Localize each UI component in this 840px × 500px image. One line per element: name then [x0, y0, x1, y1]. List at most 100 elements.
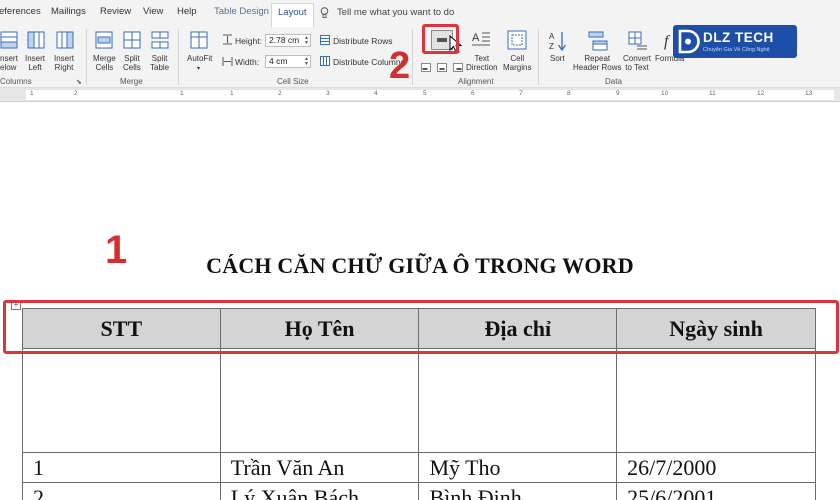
ruler-number: 2: [74, 90, 78, 97]
table-cell[interactable]: [616, 348, 816, 453]
ruler-number: 5: [423, 90, 427, 97]
table-cell[interactable]: Trần Văn An: [219, 452, 420, 483]
table-cell[interactable]: [219, 348, 420, 453]
repeat-header-label-2: Header Rows: [573, 63, 622, 72]
spin-arrows-icon[interactable]: ▲ ▼: [304, 36, 309, 46]
svg-text:A: A: [472, 32, 480, 44]
table-row-empty[interactable]: [22, 348, 816, 453]
insert-left-label-1: Insert: [25, 54, 46, 63]
sort-label: Sort: [550, 54, 565, 63]
distribute-rows-label: Distribute Rows: [333, 36, 393, 46]
insert-left-label-2: Left: [28, 63, 42, 72]
merge-cells-icon: [95, 31, 113, 49]
ruler-number: 7: [519, 90, 523, 97]
distribute-columns-icon: [320, 56, 330, 66]
text-direction-label-2: Direction: [466, 63, 498, 72]
autofit-label: AutoFit: [187, 54, 213, 63]
align-bottom-center-icon[interactable]: [437, 63, 447, 72]
convert-to-text-icon: [628, 31, 647, 50]
ruler-number: 4: [374, 90, 378, 97]
convert-label-1: Convert: [623, 54, 652, 63]
tab-help[interactable]: Help: [177, 6, 197, 17]
width-spin-input[interactable]: 4 cm ▲ ▼: [265, 55, 311, 68]
svg-text:A: A: [549, 32, 555, 41]
group-separator: [412, 29, 413, 85]
tab-table-design[interactable]: Table Design: [214, 6, 269, 17]
table-cell[interactable]: [22, 348, 221, 453]
insert-below-label-1: nsert: [0, 54, 18, 63]
insert-right-label-2: Right: [54, 63, 74, 72]
autofit-icon: [190, 31, 208, 49]
group-separator: [538, 29, 539, 85]
group-label-data: Data: [605, 77, 622, 86]
ruler-number: 6: [471, 90, 475, 97]
logo-text: DLZ TECH: [703, 30, 774, 45]
width-value: 4 cm: [269, 56, 288, 66]
ruler-number: 9: [616, 90, 620, 97]
table-cell[interactable]: 25/6/2001: [616, 482, 816, 500]
split-cells-icon: [123, 31, 141, 49]
tab-review[interactable]: Review: [100, 6, 131, 17]
dialog-launcher-icon[interactable]: ⬊: [76, 78, 82, 86]
split-cells-label-1: Split: [124, 54, 140, 63]
table-cell[interactable]: Mỹ Tho: [418, 452, 618, 483]
height-spin-input[interactable]: 2.78 cm ▲ ▼: [265, 34, 311, 47]
align-bottom-right-icon[interactable]: [453, 63, 463, 72]
cell-margins-label-1: Cell: [510, 54, 525, 63]
table-row[interactable]: 1 Trần Văn An Mỹ Tho 26/7/2000: [22, 452, 816, 483]
highlight-box-align-center: [422, 24, 459, 54]
tell-me-search[interactable]: Tell me what you want to do: [337, 7, 454, 18]
split-table-icon: [151, 31, 169, 49]
highlight-box-header-row: [3, 300, 839, 354]
table-cell[interactable]: Bình Định: [418, 482, 618, 500]
ribbon-tab-bar: eferences Mailings Review View Help Tabl…: [0, 0, 840, 27]
repeat-header-rows-icon: [588, 31, 608, 51]
insert-below-icon: [0, 31, 18, 49]
group-label-alignment: Alignment: [458, 77, 494, 86]
insert-right-icon: [56, 31, 74, 49]
dlz-tech-logo: DLZ TECH Chuyên Gia Về Công Nghệ: [673, 25, 797, 58]
height-label: Height:: [235, 36, 262, 46]
chevron-down-icon: ▾: [197, 66, 201, 72]
distribute-rows-icon: [320, 35, 330, 45]
group-label-merge: Merge: [120, 77, 143, 86]
svg-text:f: f: [664, 33, 671, 50]
tab-layout[interactable]: Layout: [271, 3, 314, 27]
split-cells-label-2: Cells: [123, 63, 141, 72]
merge-cells-label-2: Cells: [95, 63, 114, 72]
width-label: Width:: [235, 57, 260, 67]
table-cell[interactable]: [418, 348, 618, 453]
group-separator: [178, 29, 179, 85]
table-cell[interactable]: 2: [22, 482, 221, 500]
svg-text:Z: Z: [549, 42, 554, 51]
ruler-number: 13: [805, 90, 813, 97]
ruler-number: 11: [709, 90, 716, 97]
group-label-cell-size: Cell Size: [277, 77, 309, 86]
ruler-number: 1: [30, 90, 34, 97]
insert-right-label-1: Insert: [54, 54, 75, 63]
group-separator: [86, 29, 87, 85]
text-direction-label-1: Text: [474, 54, 490, 63]
align-bottom-left-icon[interactable]: [421, 63, 431, 72]
column-width-icon: [222, 57, 233, 66]
merge-cells-label-1: Merge: [93, 54, 116, 63]
horizontal-ruler[interactable]: 1 2 1 1 2 3 4 5 6 7 8 9 10 11 12 13: [0, 88, 840, 102]
table-row[interactable]: 2 Lý Xuân Bách Bình Định 25/6/2001: [22, 482, 816, 500]
table-cell[interactable]: Lý Xuân Bách: [219, 482, 420, 500]
table-cell[interactable]: 26/7/2000: [616, 452, 816, 483]
tab-references[interactable]: eferences: [0, 6, 41, 17]
split-table-label-1: Split: [151, 54, 168, 63]
insert-left-icon: [27, 31, 45, 49]
table-cell[interactable]: 1: [22, 452, 221, 483]
logo-tagline: Chuyên Gia Về Công Nghệ: [703, 47, 770, 53]
ruler-number: 1: [180, 90, 184, 97]
text-direction-icon: A: [472, 32, 490, 46]
ruler-number: 8: [567, 90, 571, 97]
sort-icon: A Z: [549, 32, 567, 52]
insert-below-label-2: elow: [0, 63, 17, 72]
tab-mailings[interactable]: Mailings: [51, 6, 86, 17]
convert-label-2: to Text: [625, 63, 649, 72]
spin-arrows-icon[interactable]: ▲ ▼: [304, 57, 309, 67]
tab-view[interactable]: View: [143, 6, 163, 17]
group-label-columns: Columns: [0, 77, 32, 86]
